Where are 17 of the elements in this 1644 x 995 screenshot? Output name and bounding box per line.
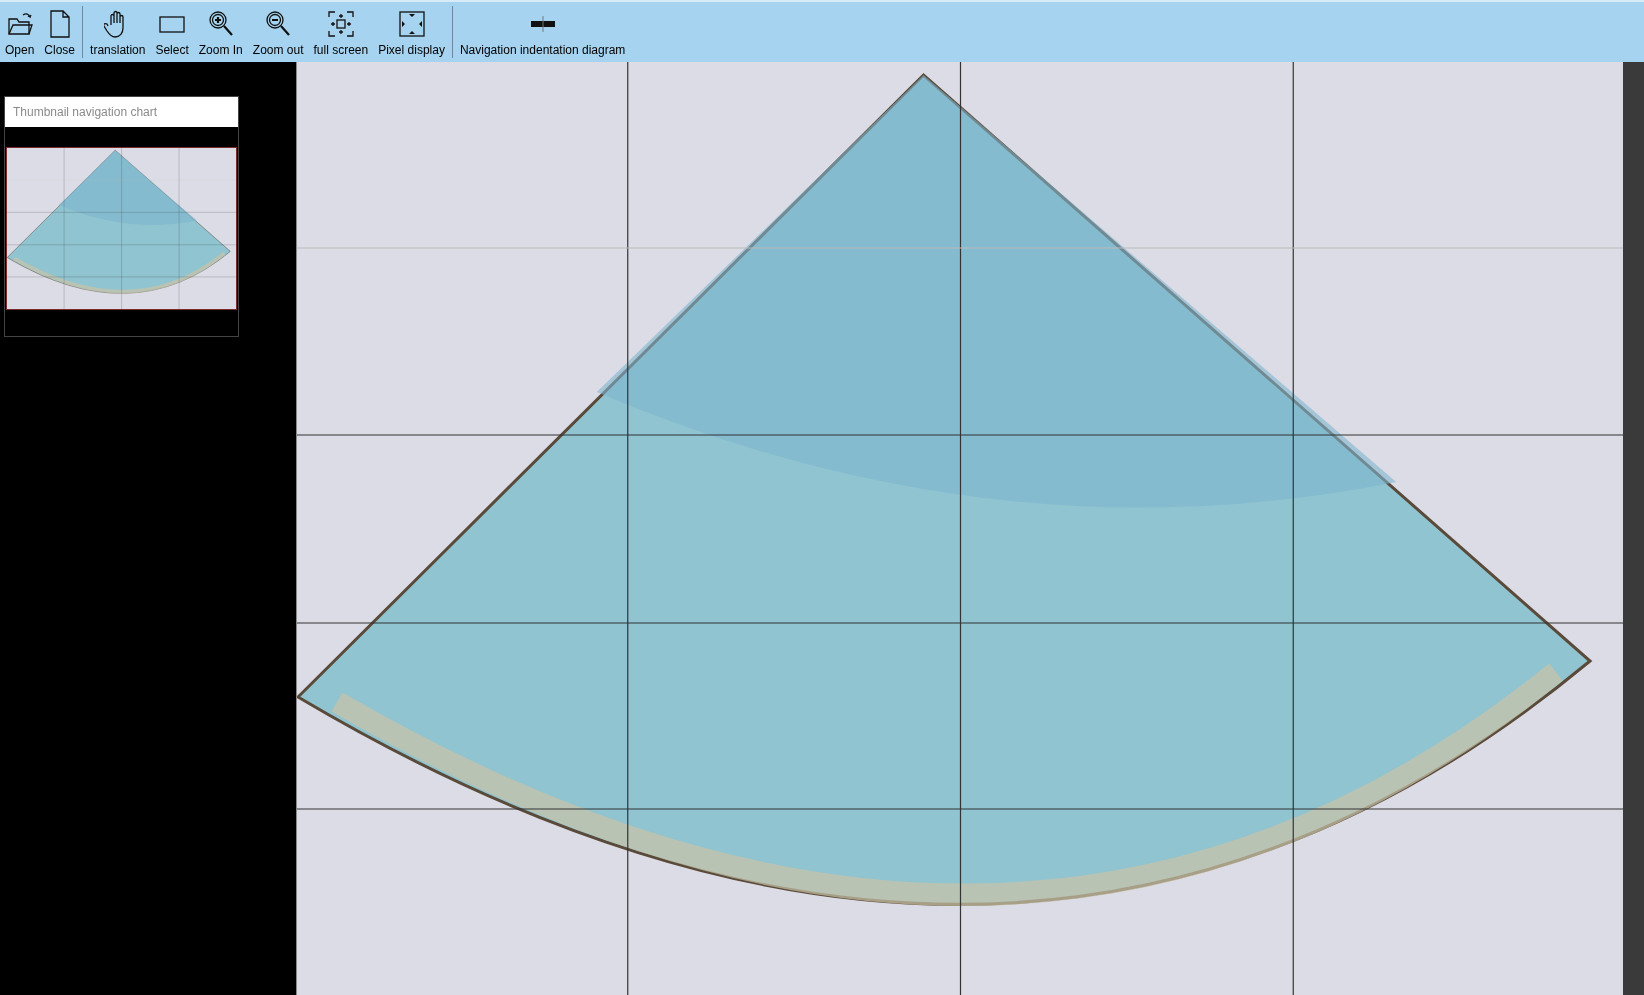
toolbar-button[interactable]: translation	[87, 2, 149, 62]
toolbar-button[interactable]: Navigation indentation diagram	[456, 2, 629, 62]
toolbar-button[interactable]: Zoom out	[249, 2, 307, 62]
toolbar-button[interactable]: Open	[2, 2, 38, 62]
toolbar-button[interactable]: Zoom In	[195, 2, 246, 62]
thumbnail-image[interactable]	[6, 147, 237, 310]
toolbar-button[interactable]: Pixel display	[375, 2, 448, 62]
thumbnail-panel-title: Thumbnail navigation chart	[5, 97, 238, 127]
scrollbar[interactable]	[1623, 62, 1644, 995]
folder-icon	[5, 10, 34, 38]
expand-arrows-icon	[396, 9, 427, 39]
full-screen-icon	[326, 9, 355, 39]
rectangle-icon	[158, 14, 187, 34]
toolbar-button[interactable]: Select	[152, 2, 192, 62]
toolbar-button[interactable]: full screen	[310, 2, 372, 62]
toolbar-button[interactable]: Close	[41, 2, 79, 62]
document-icon	[47, 9, 72, 39]
